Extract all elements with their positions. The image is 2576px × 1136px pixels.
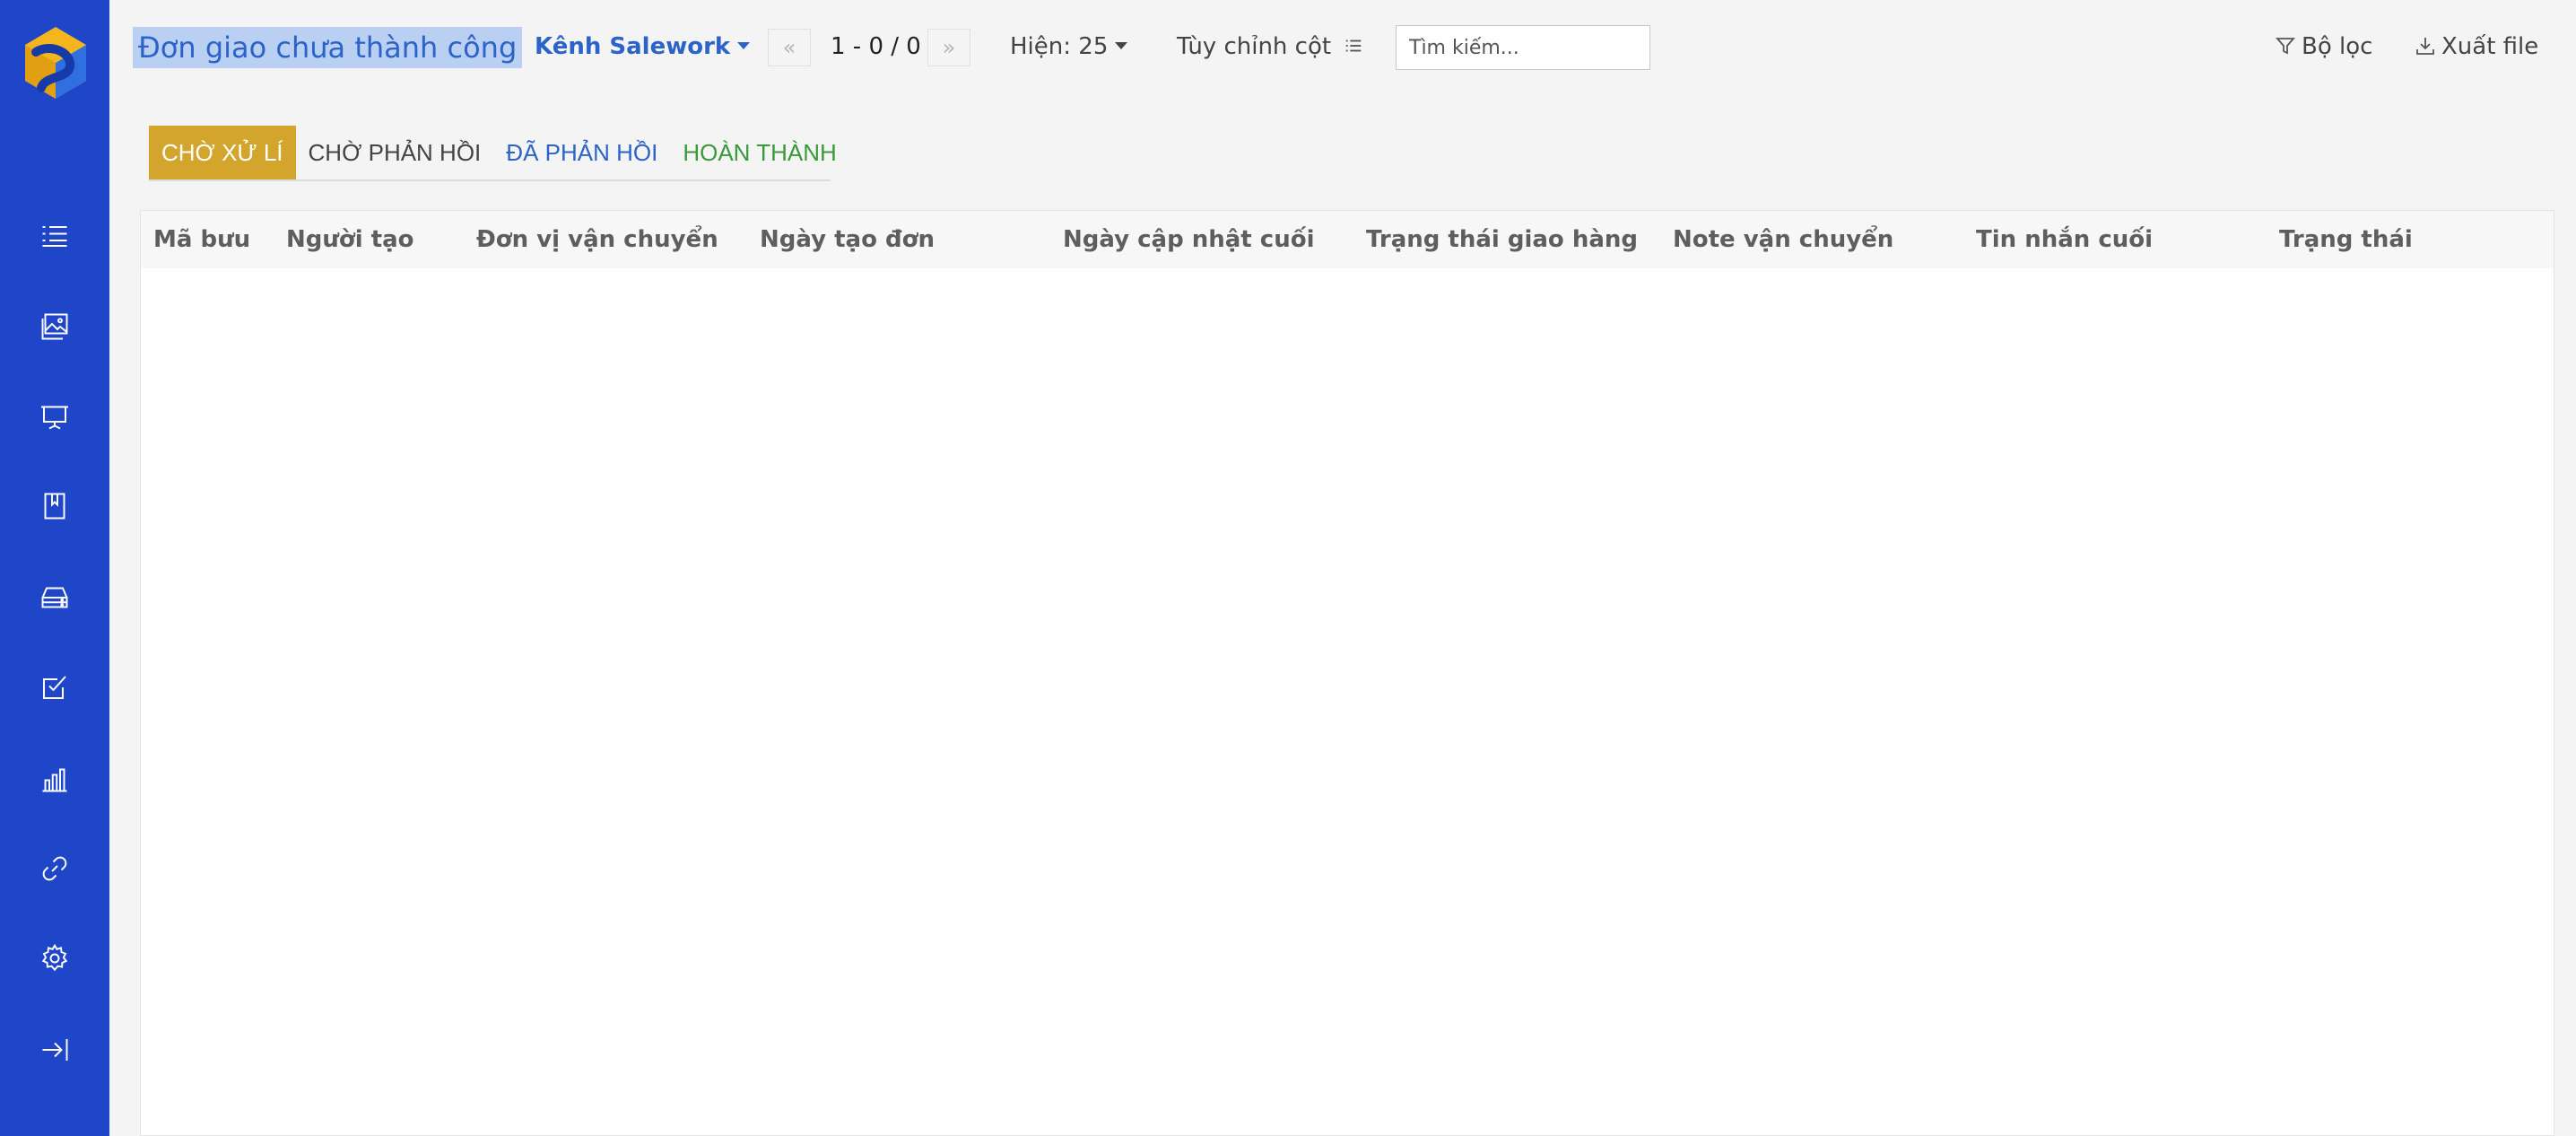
list-icon [42, 226, 67, 247]
column-header-carrier[interactable]: Đơn vị vận chuyển [476, 211, 718, 268]
orders-table: Mã bưu Người tạo Đơn vị vận chuyển Ngày … [140, 210, 2554, 1136]
sidebar-item-reports[interactable] [28, 752, 82, 806]
filter-button[interactable]: Bộ lọc [2275, 31, 2372, 63]
channel-dropdown[interactable]: Kênh Salework [535, 31, 751, 63]
sidebar-item-gallery[interactable] [28, 300, 82, 354]
customize-columns-button[interactable]: Tùy chỉnh cột [1177, 31, 1363, 63]
column-header-last-message[interactable]: Tin nhắn cuối [1976, 211, 2153, 268]
next-page-button[interactable]: » [927, 29, 970, 66]
logo-icon[interactable] [20, 25, 91, 100]
sidebar-item-bookmark[interactable] [28, 479, 82, 533]
filter-label: Bộ lọc [2302, 33, 2373, 60]
page-size-dropdown[interactable]: Hiện: 25 [1010, 31, 1128, 63]
sidebar-item-list[interactable] [28, 208, 82, 262]
channel-label: Kênh Salework [535, 33, 731, 60]
link-icon [42, 856, 67, 881]
column-header-shipping-note[interactable]: Note vận chuyển [1673, 211, 1893, 268]
tab-pending[interactable]: CHỜ XỬ LÍ [149, 126, 296, 179]
logout-icon [42, 1039, 68, 1061]
column-header-created-date[interactable]: Ngày tạo đơn [760, 211, 935, 268]
page-title: Đơn giao chưa thành công [133, 27, 523, 68]
page-size-label: Hiện: 25 [1010, 33, 1109, 60]
double-chevron-right-icon: » [942, 35, 956, 60]
bookmark-book-icon [44, 493, 65, 520]
storage-drive-icon [41, 587, 68, 608]
filter-icon [2276, 37, 2295, 54]
sidebar-item-settings[interactable] [28, 931, 82, 985]
sidebar-item-presentation[interactable] [28, 389, 82, 443]
column-header-last-updated[interactable]: Ngày cập nhật cuối [1063, 211, 1314, 268]
table-header: Mã bưu Người tạo Đơn vị vận chuyển Ngày … [141, 211, 2554, 268]
status-tabs: CHỜ XỬ LÍ CHỜ PHẢN HỒI ĐÃ PHẢN HỒI HOÀN … [149, 126, 837, 181]
export-label: Xuất file [2441, 33, 2539, 60]
pagination-status: 1 - 0 / 0 [831, 33, 921, 60]
list-icon [1346, 39, 1362, 51]
tab-responded[interactable]: ĐÃ PHẢN HỒI [493, 126, 670, 179]
prev-page-button[interactable]: « [768, 29, 811, 66]
column-header-status[interactable]: Trạng thái [2279, 211, 2413, 268]
checkbox-icon [43, 676, 66, 699]
customize-columns-label: Tùy chỉnh cột [1177, 33, 1332, 60]
bar-chart-icon [42, 768, 67, 792]
presentation-icon [41, 406, 68, 430]
tab-awaiting-response[interactable]: CHỜ PHẢN HỒI [296, 126, 494, 179]
sidebar-item-logout[interactable] [28, 1023, 82, 1077]
export-file-button[interactable]: Xuất file [2415, 31, 2538, 63]
sidebar-item-tasks[interactable] [28, 660, 82, 714]
column-header-delivery-status[interactable]: Trạng thái giao hàng [1366, 211, 1638, 268]
sidebar-item-storage[interactable] [28, 571, 82, 625]
chevron-down-icon [737, 41, 751, 49]
column-header-creator[interactable]: Người tạo [286, 211, 414, 268]
gear-icon [41, 943, 68, 972]
double-chevron-left-icon: « [782, 35, 796, 60]
search-input[interactable] [1396, 25, 1650, 70]
tab-completed[interactable]: HOÀN THÀNH [670, 126, 849, 179]
column-header-postal-code[interactable]: Mã bưu [153, 211, 250, 268]
top-toolbar: Đơn giao chưa thành công Kênh Salework «… [109, 0, 2576, 93]
sidebar-item-links[interactable] [28, 842, 82, 896]
download-icon [2416, 37, 2434, 55]
sidebar [0, 0, 109, 1136]
image-gallery-icon [41, 313, 68, 340]
chevron-down-icon [1115, 41, 1128, 49]
